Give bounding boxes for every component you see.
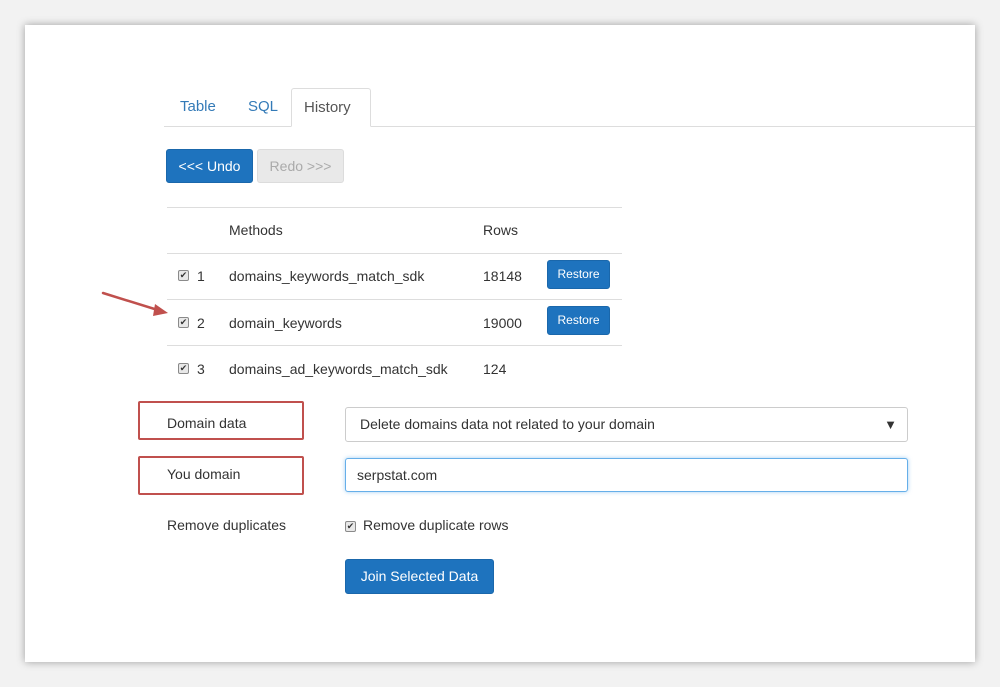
tab-history[interactable]: History bbox=[291, 88, 371, 127]
domain-data-select-value: Delete domains data not related to your … bbox=[360, 416, 655, 432]
restore-button[interactable]: Restore bbox=[547, 260, 610, 289]
remove-duplicates-checkbox-label[interactable]: Remove duplicate rows bbox=[363, 517, 509, 533]
you-domain-input[interactable] bbox=[345, 458, 908, 492]
annotation-arrow-icon bbox=[101, 291, 168, 316]
row-method: domains_ad_keywords_match_sdk bbox=[229, 361, 448, 377]
column-header-methods: Methods bbox=[229, 222, 283, 238]
column-header-rows: Rows bbox=[483, 222, 519, 238]
row-index: 3 bbox=[197, 361, 205, 377]
row-index: 1 bbox=[197, 268, 205, 284]
domain-data-select[interactable]: Delete domains data not related to your … bbox=[345, 407, 908, 442]
restore-button[interactable]: Restore bbox=[547, 306, 610, 335]
domain-data-label: Domain data bbox=[167, 415, 247, 431]
remove-duplicates-checkbox[interactable]: ✔ bbox=[345, 521, 356, 532]
redo-button[interactable]: Redo >>> bbox=[257, 149, 344, 183]
row-index: 2 bbox=[197, 315, 205, 331]
undo-button[interactable]: <<< Undo bbox=[166, 149, 253, 183]
row-count: 19000 bbox=[483, 315, 522, 331]
row-count: 124 bbox=[483, 361, 507, 377]
join-selected-data-button[interactable]: Join Selected Data bbox=[345, 559, 494, 594]
row-count: 18148 bbox=[483, 268, 522, 284]
chevron-down-icon: ▼ bbox=[884, 417, 897, 432]
you-domain-label: You domain bbox=[167, 466, 241, 482]
row-checkbox[interactable]: ✔ bbox=[178, 363, 189, 374]
table-top-border bbox=[167, 207, 622, 208]
row-method: domains_keywords_match_sdk bbox=[229, 268, 425, 284]
row-checkbox[interactable]: ✔ bbox=[178, 317, 189, 328]
row-method: domain_keywords bbox=[229, 315, 342, 331]
row-checkbox[interactable]: ✔ bbox=[178, 270, 189, 281]
table-row-divider bbox=[167, 299, 622, 300]
tab-table[interactable]: Table bbox=[168, 88, 228, 127]
remove-duplicates-label: Remove duplicates bbox=[167, 517, 287, 533]
table-row-divider bbox=[167, 253, 622, 254]
tab-sql[interactable]: SQL bbox=[236, 88, 290, 127]
table-row-divider bbox=[167, 345, 622, 346]
